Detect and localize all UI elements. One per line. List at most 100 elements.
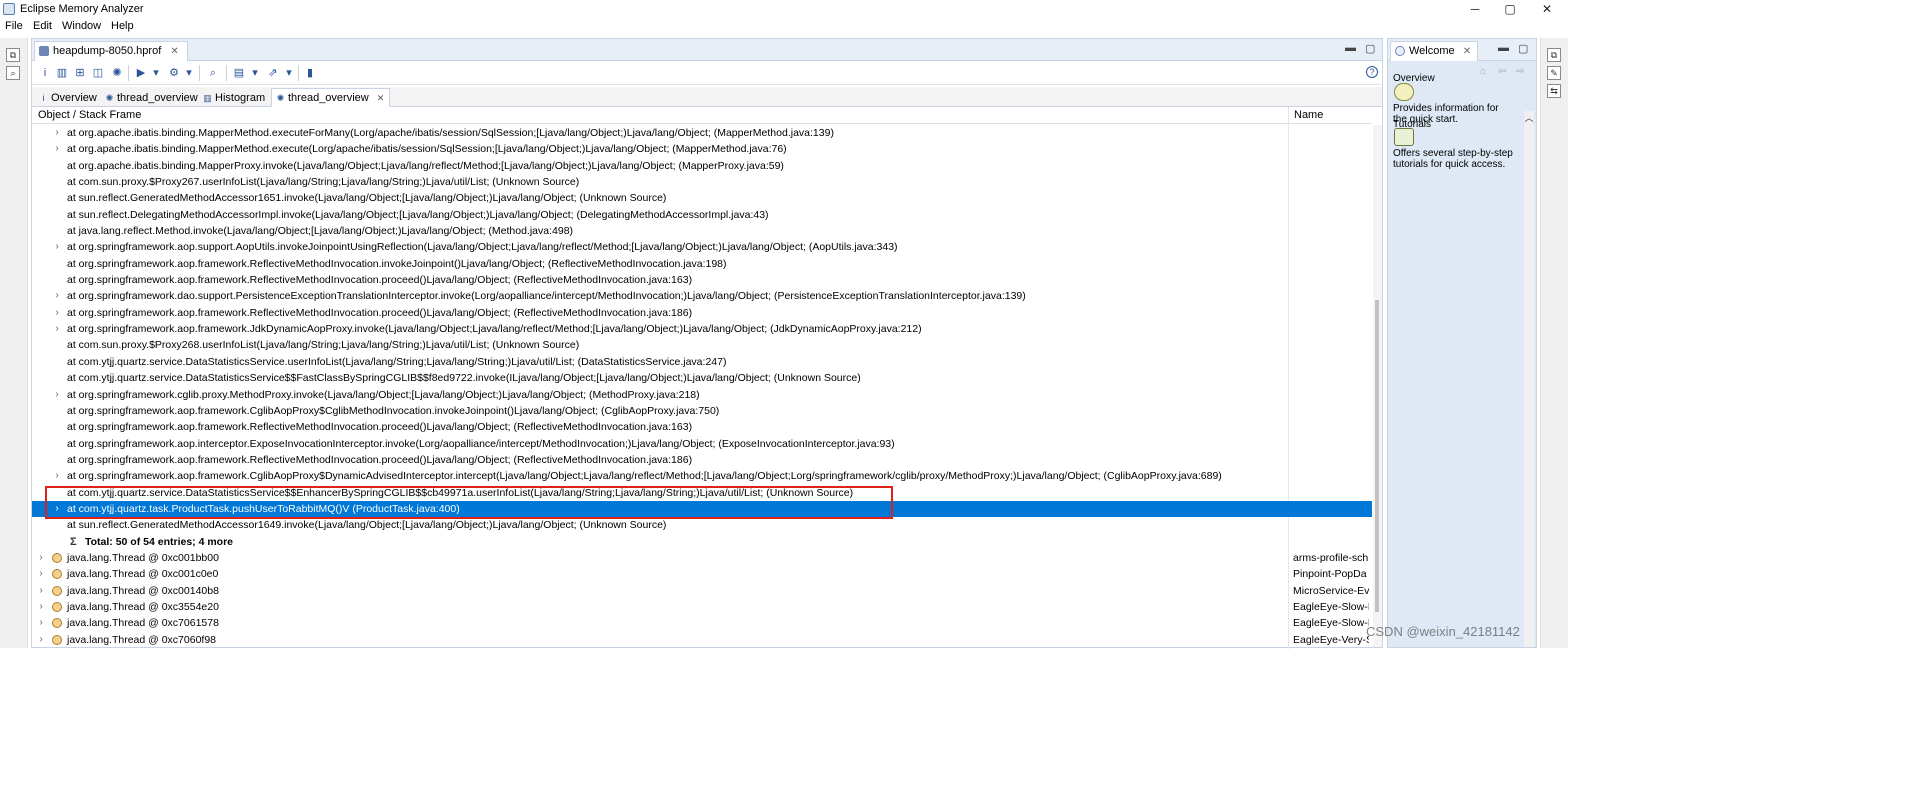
- tab-thread-overview[interactable]: ✺ thread_overview: [100, 88, 204, 107]
- minimize-icon[interactable]: ▬: [1498, 42, 1509, 54]
- close-icon[interactable]: ✕: [170, 46, 178, 57]
- scrollbar-thumb[interactable]: [1375, 300, 1379, 612]
- stack-frame-row[interactable]: › at org.springframework.aop.framework.Jd…: [32, 321, 1372, 337]
- menu-file[interactable]: File: [5, 20, 23, 32]
- heapdump-tab[interactable]: heapdump-8050.hprof ✕: [34, 41, 188, 61]
- restore-icon[interactable]: ⧉: [6, 48, 20, 62]
- home-icon[interactable]: ⌂: [1480, 66, 1486, 77]
- stack-frame-row[interactable]: › at org.springframework.aop.framework.Re…: [32, 305, 1372, 321]
- expand-chevron-icon[interactable]: ›: [52, 387, 62, 403]
- dropdown-icon[interactable]: ▾: [182, 66, 196, 80]
- help-icon[interactable]: ?: [1366, 66, 1378, 78]
- stack-frame-row[interactable]: at com.sun.proxy.$Proxy267.userInfoList(…: [32, 174, 1372, 190]
- stack-frame-row[interactable]: at com.ytjj.quartz.service.DataStatistic…: [32, 370, 1372, 386]
- layout-icon[interactable]: ▤: [232, 66, 246, 80]
- stack-frame-row[interactable]: at sun.reflect.GeneratedMethodAccessor16…: [32, 517, 1372, 533]
- expand-chevron-icon[interactable]: ›: [52, 239, 62, 255]
- vertical-scrollbar[interactable]: [1373, 125, 1382, 647]
- maximize-button[interactable]: ▢: [1495, 1, 1525, 17]
- dominator-tree-icon[interactable]: ⊞: [73, 66, 87, 80]
- stack-frame-row[interactable]: › at org.springframework.aop.framework.Cg…: [32, 468, 1372, 484]
- expand-chevron-icon[interactable]: ›: [36, 566, 46, 582]
- stack-frame-row[interactable]: at java.lang.reflect.Method.invoke(Ljava…: [32, 223, 1372, 239]
- thread-overview-icon[interactable]: ✺: [110, 66, 124, 80]
- lightbulb-icon[interactable]: [1394, 83, 1414, 101]
- stack-frame-row[interactable]: at org.apache.ibatis.binding.MapperProxy…: [32, 158, 1372, 174]
- stack-frame-row[interactable]: › at org.springframework.cglib.proxy.Meth…: [32, 387, 1372, 403]
- expand-chevron-icon[interactable]: ›: [36, 632, 46, 648]
- oql-icon[interactable]: ◫: [91, 66, 105, 80]
- stack-frame-row[interactable]: at sun.reflect.DelegatingMethodAccessorI…: [32, 207, 1372, 223]
- minimize-button[interactable]: ─: [1460, 1, 1490, 17]
- dropdown-icon[interactable]: ▾: [282, 66, 296, 80]
- stack-frame-row[interactable]: at sun.reflect.GeneratedMethodAccessor16…: [32, 190, 1372, 206]
- thread-row[interactable]: › java.lang.Thread @ 0xc001bb00 arms-profi…: [32, 550, 1372, 566]
- stack-frame-row[interactable]: at org.springframework.aop.framework.Ref…: [32, 256, 1372, 272]
- stack-frame-row-selected[interactable]: › at com.ytjj.quartz.task.ProductTask.pus…: [32, 500, 1372, 518]
- minimize-icon[interactable]: ▬: [1345, 42, 1356, 54]
- tab-histogram[interactable]: ▥ Histogram: [198, 88, 271, 107]
- inspector-icon[interactable]: ⌕: [6, 66, 20, 80]
- forward-icon[interactable]: ⇨: [1516, 66, 1524, 77]
- overview-heading[interactable]: Overview: [1393, 73, 1435, 84]
- expand-chevron-icon[interactable]: ›: [36, 599, 46, 615]
- column-header-frame[interactable]: Object / Stack Frame: [38, 109, 141, 121]
- stack-frame-row[interactable]: › at org.apache.ibatis.binding.MapperMeth…: [32, 141, 1372, 157]
- stack-frame-row[interactable]: at org.springframework.aop.interceptor.E…: [32, 436, 1372, 452]
- expand-chevron-icon[interactable]: ›: [36, 583, 46, 599]
- total-entries-row[interactable]: Σ Total: 50 of 54 entries; 4 more: [32, 534, 1372, 550]
- expand-chevron-icon[interactable]: ›: [36, 615, 46, 631]
- maximize-icon[interactable]: ▢: [1518, 42, 1528, 55]
- stack-frame-row[interactable]: › at org.springframework.dao.support.Pers…: [32, 288, 1372, 304]
- close-button[interactable]: ✕: [1532, 1, 1562, 17]
- dropdown-icon[interactable]: ▾: [248, 66, 262, 80]
- menu-edit[interactable]: Edit: [33, 20, 52, 32]
- expand-chevron-icon[interactable]: ›: [52, 468, 62, 484]
- expand-chevron-icon[interactable]: ›: [52, 305, 62, 321]
- thread-row[interactable]: › java.lang.Thread @ 0xc3554e20 EagleEye-S…: [32, 599, 1372, 615]
- stack-frame-row[interactable]: › at org.springframework.aop.support.AopU…: [32, 239, 1372, 255]
- tab-thread-overview-active[interactable]: ✺ thread_overview ✕: [271, 88, 391, 107]
- expand-chevron-icon[interactable]: ›: [52, 125, 62, 141]
- expand-chevron-icon[interactable]: ›: [52, 141, 62, 157]
- restore-icon[interactable]: ⧉: [1547, 48, 1561, 62]
- expand-chevron-icon[interactable]: ›: [52, 288, 62, 304]
- histogram-icon[interactable]: ▥: [55, 66, 69, 80]
- thread-row[interactable]: › java.lang.Thread @ 0xc7061578 EagleEye-S…: [32, 615, 1372, 631]
- info-icon[interactable]: i: [38, 66, 52, 80]
- dropdown-icon[interactable]: ▾: [149, 66, 163, 80]
- close-icon[interactable]: ✕: [1463, 46, 1471, 57]
- calculate-retained-icon[interactable]: ▮: [303, 66, 317, 80]
- expand-chevron-icon[interactable]: ›: [52, 321, 62, 337]
- stack-frame-row[interactable]: at org.springframework.aop.framework.Ref…: [32, 272, 1372, 288]
- thread-row[interactable]: › java.lang.Thread @ 0xc001c0e0 Pinpoint-P…: [32, 566, 1372, 582]
- export-icon[interactable]: ⇗: [266, 66, 280, 80]
- stack-frame-row[interactable]: at org.springframework.aop.framework.Cgl…: [32, 403, 1372, 419]
- query-browser-icon[interactable]: ⚙: [167, 66, 181, 80]
- stack-frame-row[interactable]: at com.sun.proxy.$Proxy268.userInfoList(…: [32, 337, 1372, 353]
- navigation-history-icon[interactable]: ⇆: [1547, 84, 1561, 98]
- notes-icon[interactable]: ✎: [1547, 66, 1561, 80]
- tab-overview[interactable]: i Overview: [34, 88, 103, 107]
- close-icon[interactable]: ✕: [377, 93, 385, 103]
- stack-frame-row[interactable]: at com.ytjj.quartz.service.DataStatistic…: [32, 354, 1372, 370]
- thread-row[interactable]: › java.lang.Thread @ 0xc00140b8 MicroServi…: [32, 583, 1372, 599]
- scroll-up-icon[interactable]: ︿: [1524, 111, 1534, 124]
- maximize-icon[interactable]: ▢: [1365, 42, 1375, 55]
- thread-row[interactable]: › java.lang.Thread @ 0xc7060f98 EagleEye-V…: [32, 632, 1372, 648]
- chart-icon[interactable]: [1394, 128, 1414, 146]
- welcome-tab[interactable]: Welcome ✕: [1390, 41, 1479, 61]
- menu-window[interactable]: Window: [62, 20, 101, 32]
- column-header-name[interactable]: Name: [1294, 109, 1323, 121]
- expand-chevron-icon[interactable]: ›: [36, 550, 46, 566]
- stack-frame-row[interactable]: at com.ytjj.quartz.service.DataStatistic…: [32, 485, 1372, 501]
- menu-help[interactable]: Help: [111, 20, 134, 32]
- stack-frame-row[interactable]: at org.springframework.aop.framework.Ref…: [32, 419, 1372, 435]
- expand-chevron-icon[interactable]: ›: [52, 501, 62, 517]
- search-icon[interactable]: ⌕: [206, 66, 220, 80]
- stack-frame-row[interactable]: › at org.apache.ibatis.binding.MapperMeth…: [32, 125, 1372, 141]
- welcome-scrollbar[interactable]: ︿: [1524, 111, 1534, 647]
- run-report-icon[interactable]: ▶: [134, 66, 148, 80]
- back-icon[interactable]: ⇦: [1498, 66, 1506, 77]
- stack-frame-row[interactable]: at org.springframework.aop.framework.Ref…: [32, 452, 1372, 468]
